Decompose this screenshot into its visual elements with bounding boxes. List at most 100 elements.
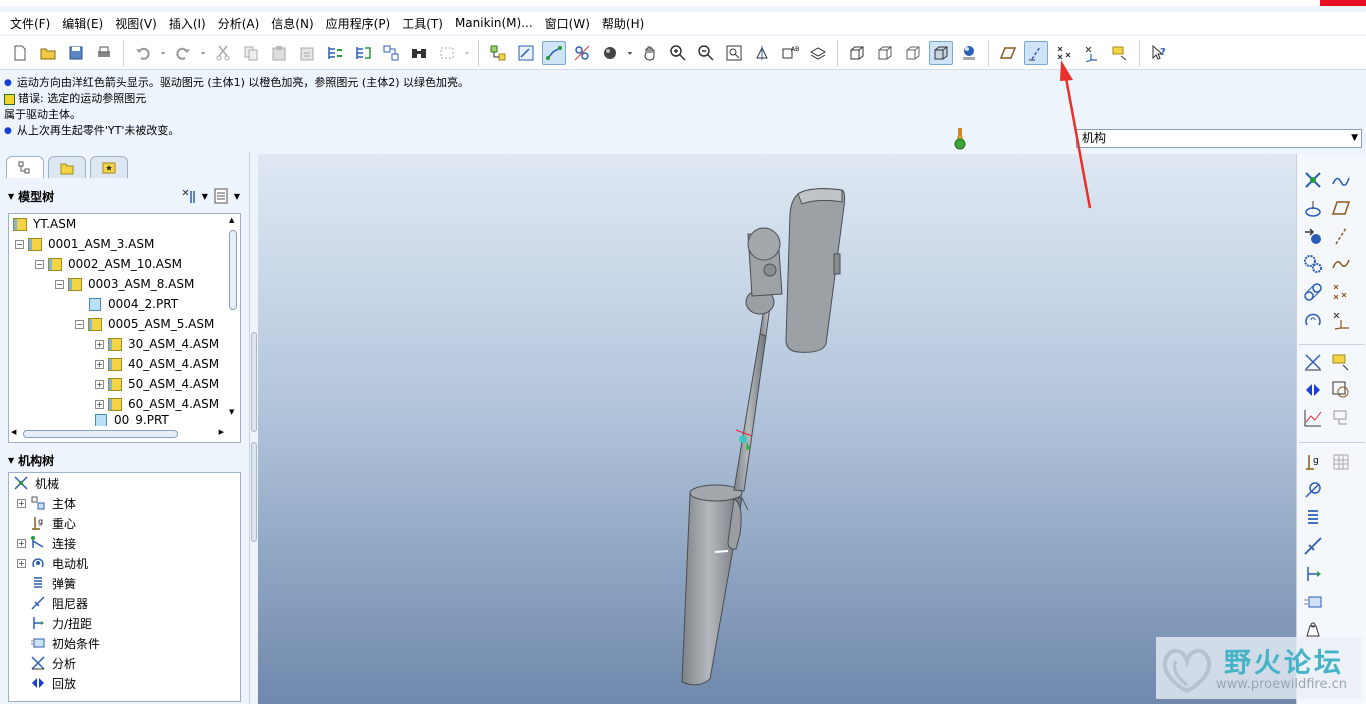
grid-icon[interactable] (1329, 450, 1353, 474)
reorient-icon[interactable] (750, 41, 774, 65)
mech-tree-item[interactable]: 弹簧 (30, 573, 76, 593)
tree-item[interactable]: +30_ASM_4.ASM (95, 334, 219, 354)
menu-info[interactable]: 信息(N) (265, 15, 319, 32)
chevron-down-icon[interactable]: ▼ (202, 192, 208, 201)
collapse-icon[interactable]: ▼ (8, 456, 14, 465)
damper-icon[interactable] (1301, 534, 1325, 558)
vertical-scrollbar[interactable]: ▲ ▼ (227, 216, 239, 416)
tree-layer-icon[interactable] (486, 41, 510, 65)
expand-node-icon[interactable]: + (95, 379, 104, 389)
mech-tree-item[interactable]: + 连接 (17, 533, 76, 553)
redo-dropdown-icon[interactable] (198, 41, 208, 65)
menu-insert[interactable]: 插入(I) (163, 15, 212, 32)
panel-splitter[interactable] (250, 152, 258, 704)
zoom-in-icon[interactable] (666, 41, 690, 65)
tree-item[interactable]: +60_ASM_4.ASM (95, 394, 219, 414)
menu-applications[interactable]: 应用程序(P) (320, 15, 397, 32)
find-icon[interactable] (407, 41, 431, 65)
model-tree-header[interactable]: ▼ 模型树 ▼ ▼ (8, 186, 240, 206)
mech-tree-header[interactable]: ▼ 机构树 (8, 450, 240, 470)
mechanism-analysis-icon[interactable] (1301, 350, 1325, 374)
context-help-icon[interactable]: ? (1147, 41, 1171, 65)
print-icon[interactable] (92, 41, 116, 65)
expand-node-icon[interactable]: + (17, 558, 26, 568)
trace-curve-icon[interactable] (1329, 406, 1353, 430)
pan-hand-icon[interactable] (638, 41, 662, 65)
gears-icon[interactable] (1301, 252, 1325, 276)
scroll-up-icon[interactable]: ▲ (229, 216, 234, 224)
mechanism-display-icon[interactable] (1301, 168, 1325, 192)
mech-tree-item[interactable]: 初始条件 (30, 633, 100, 653)
scroll-right-icon[interactable]: ▶ (219, 428, 224, 436)
regen-manager-icon[interactable] (351, 41, 375, 65)
mech-tree-item[interactable]: 力/扭距 (30, 613, 92, 633)
graphics-window[interactable] (258, 154, 1296, 704)
tree-item[interactable]: −0003_ASM_8.ASM (55, 274, 194, 294)
render-icon[interactable] (957, 41, 981, 65)
new-file-icon[interactable] (8, 41, 32, 65)
undo-icon[interactable] (131, 41, 155, 65)
mech-tree-item[interactable]: 机械 (13, 473, 59, 493)
paste-special-icon[interactable] (295, 41, 319, 65)
tree-item[interactable]: −0001_ASM_3.ASM (15, 234, 154, 254)
datum-points-icon[interactable] (570, 41, 594, 65)
annotation-icon[interactable] (1329, 350, 1353, 374)
datum-axis-display-icon[interactable] (1024, 40, 1048, 65)
datum-planes-icon[interactable] (996, 41, 1020, 65)
model-tree-settings-icon[interactable] (379, 41, 403, 65)
menu-manikin[interactable]: Manikin(M)... (449, 16, 539, 30)
shaded-view-icon[interactable] (929, 40, 953, 65)
collapse-node-icon[interactable]: − (15, 239, 24, 249)
coordinate-system-icon[interactable] (1080, 41, 1104, 65)
expand-node-icon[interactable]: + (17, 538, 26, 548)
menu-view[interactable]: 视图(V) (109, 15, 163, 32)
gravity-setting-icon[interactable]: g (1301, 450, 1325, 474)
slot-follower-icon[interactable] (1329, 196, 1353, 220)
mech-tree-item[interactable]: + 电动机 (17, 553, 88, 573)
expand-node-icon[interactable]: + (17, 498, 26, 508)
initial-condition-icon[interactable] (1301, 590, 1325, 614)
regenerate-icon[interactable] (323, 41, 347, 65)
paste-icon[interactable] (267, 41, 291, 65)
tree-item[interactable]: YT.ASM (13, 214, 76, 234)
sketch-view-icon[interactable] (514, 41, 538, 65)
select-dropdown-icon[interactable] (462, 41, 472, 65)
scroll-down-icon[interactable]: ▼ (229, 408, 234, 416)
mechanism-selector[interactable]: 机构 ▼ (1076, 129, 1362, 148)
measure-results-icon[interactable] (1301, 406, 1325, 430)
zoom-out-icon[interactable] (694, 41, 718, 65)
tree-settings-icon[interactable] (180, 187, 198, 205)
wireframe-icon[interactable] (845, 41, 869, 65)
collapse-node-icon[interactable]: − (55, 279, 64, 289)
mech-tree-item[interactable]: 分析 (30, 653, 76, 673)
datum-curve-icon[interactable] (1329, 252, 1353, 276)
measure-icon[interactable] (1329, 378, 1353, 402)
shading-dropdown-icon[interactable] (625, 41, 635, 65)
expand-node-icon[interactable]: + (95, 339, 104, 349)
mech-tree-item[interactable]: + 主体 (17, 493, 76, 513)
scroll-thumb[interactable] (23, 430, 178, 438)
gear-pair-icon[interactable] (1301, 224, 1325, 248)
close-window-button[interactable] (1320, 0, 1366, 6)
coordinate-system-icon[interactable] (1329, 308, 1353, 332)
menu-analysis[interactable]: 分析(A) (212, 15, 266, 32)
force-torque-icon[interactable] (1301, 562, 1325, 586)
tree-item[interactable]: 00_9.PRT (95, 414, 169, 426)
menu-file[interactable]: 文件(F) (4, 15, 56, 32)
redo-icon[interactable] (171, 41, 195, 65)
mech-tree-item[interactable]: 回放 (30, 673, 76, 693)
point-display-icon[interactable] (1052, 41, 1076, 65)
scroll-left-icon[interactable]: ◀ (11, 428, 16, 436)
splitter-grip[interactable] (251, 332, 257, 432)
mech-tree-item[interactable]: 阻尼器 (30, 593, 88, 613)
menu-help[interactable]: 帮助(H) (596, 15, 650, 32)
spring-icon[interactable] (1301, 506, 1325, 530)
expand-node-icon[interactable]: + (95, 359, 104, 369)
annotation-display-icon[interactable] (1108, 41, 1132, 65)
mech-tree-item[interactable]: g 重心 (30, 513, 76, 533)
datum-axes-icon[interactable] (542, 40, 566, 65)
show-columns-icon[interactable] (212, 187, 230, 205)
tab-folder-browser[interactable] (48, 156, 86, 178)
cut-icon[interactable] (211, 41, 235, 65)
no-hidden-icon[interactable] (901, 41, 925, 65)
